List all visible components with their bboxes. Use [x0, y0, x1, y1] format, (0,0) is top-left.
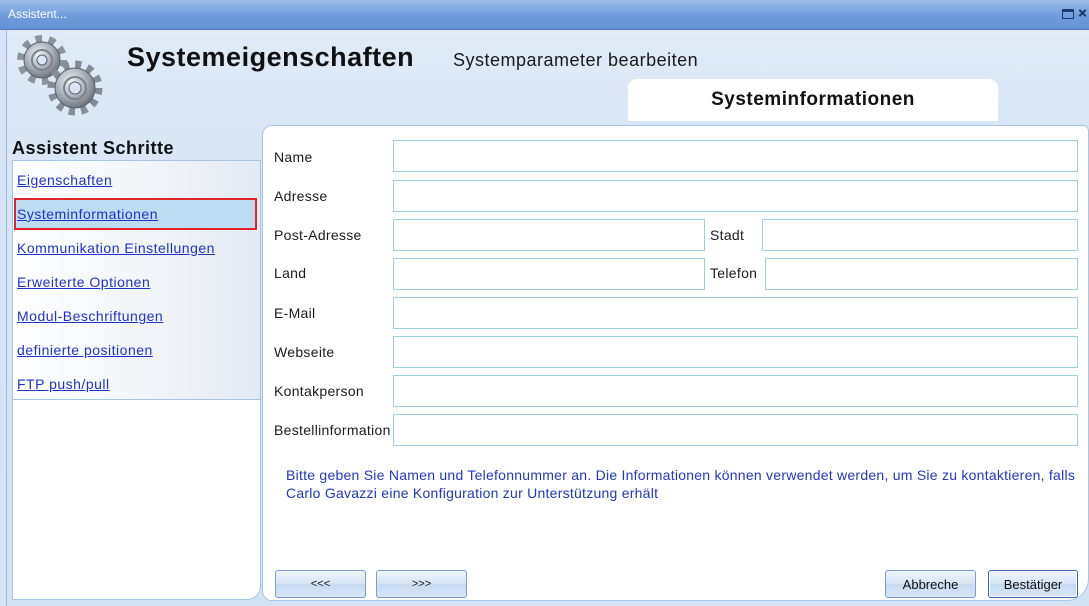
webseite-label: Webseite: [274, 344, 335, 360]
sidebar-item-modul-beschriftungen[interactable]: Modul-Beschriftungen: [14, 300, 257, 332]
cancel-button[interactable]: Abbreche: [885, 570, 976, 598]
telefon-label: Telefon: [710, 265, 758, 281]
bestellinformation-field[interactable]: [393, 414, 1078, 446]
next-button[interactable]: >>>: [376, 570, 467, 598]
restore-window-icon[interactable]: [1062, 9, 1074, 19]
page-title: Systemeigenschaften: [127, 42, 415, 72]
stadt-field[interactable]: [762, 219, 1078, 251]
post-adresse-label: Post-Adresse: [274, 227, 362, 243]
name-label: Name: [274, 149, 313, 165]
webseite-field[interactable]: [393, 336, 1078, 368]
wizard-steps-list: Eigenschaften Systeminformationen Kommun…: [13, 161, 260, 400]
sidebar-item-definierte-positionen[interactable]: definierte positionen: [14, 334, 257, 366]
stadt-label: Stadt: [710, 227, 745, 243]
land-field[interactable]: [393, 258, 705, 290]
wizard-steps-sidebar: Eigenschaften Systeminformationen Kommun…: [12, 160, 261, 600]
name-field[interactable]: [393, 140, 1078, 172]
bestellinformation-label: Bestellinformation: [274, 422, 391, 438]
sidebar-item-ftp-push-pull[interactable]: FTP push/pull: [14, 368, 257, 400]
email-field[interactable]: [393, 297, 1078, 329]
adresse-label: Adresse: [274, 188, 328, 204]
telefon-field[interactable]: [765, 258, 1078, 290]
large-gear: [47, 60, 103, 116]
info-text-line-1: Bitte geben Sie Namen und Telefonnummer …: [286, 467, 1076, 483]
kontaktperson-label: Kontakperson: [274, 383, 364, 399]
email-label: E-Mail: [274, 305, 316, 321]
tab-systeminformationen[interactable]: Systeminformationen: [628, 79, 998, 121]
gears-icon: [17, 35, 103, 116]
close-icon[interactable]: [1078, 8, 1087, 19]
sidebar-item-eigenschaften[interactable]: Eigenschaften: [14, 164, 257, 196]
sidebar-item-systeminformationen[interactable]: Systeminformationen: [14, 198, 257, 230]
land-label: Land: [274, 265, 307, 281]
adresse-field[interactable]: [393, 180, 1078, 212]
sidebar-heading: Assistent Schritte: [12, 138, 175, 158]
sidebar-item-kommunikation-einstellungen[interactable]: Kommunikation Einstellungen: [14, 232, 257, 264]
kontaktperson-field[interactable]: [393, 375, 1078, 407]
post-adresse-field[interactable]: [393, 219, 705, 251]
confirm-button[interactable]: Bestätiger: [988, 570, 1078, 598]
window-title: Assistent...: [8, 7, 67, 21]
page-subtitle: Systemparameter bearbeiten: [453, 50, 699, 70]
sidebar-item-erweiterte-optionen[interactable]: Erweiterte Optionen: [14, 266, 257, 298]
info-text-line-2: Carlo Gavazzi eine Konfiguration zur Unt…: [286, 485, 659, 501]
back-button[interactable]: <<<: [275, 570, 366, 598]
title-bar: Assistent...: [0, 0, 1089, 30]
